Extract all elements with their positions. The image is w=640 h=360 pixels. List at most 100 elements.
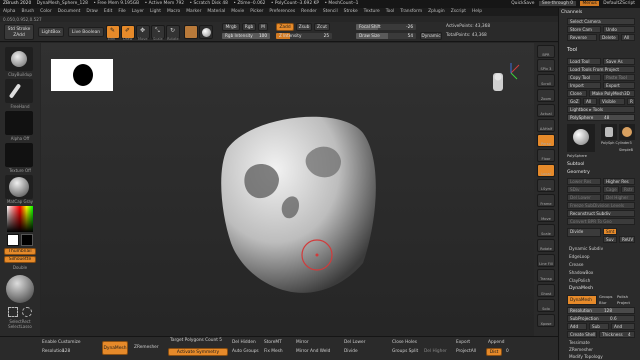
reuv-button[interactable]: ReUV [619, 236, 635, 243]
silhouette-button[interactable]: Silhouette [4, 256, 36, 263]
fix-mesh-label[interactable]: Fix Mesh [264, 349, 283, 354]
project-all-label[interactable]: ProjectAll [456, 349, 476, 354]
store-mt-label[interactable]: StoreMT [264, 340, 282, 345]
menu-edit[interactable]: Edit [104, 9, 113, 14]
menu-macro[interactable]: Macro [167, 9, 180, 14]
menus-button[interactable]: Menus [580, 1, 599, 6]
tool-thumb-polysphere[interactable] [567, 124, 595, 152]
color-sphere-button[interactable] [199, 25, 213, 39]
menu-transform[interactable]: Transform [400, 9, 422, 14]
project-item[interactable]: Project [617, 300, 630, 305]
color-picker[interactable] [7, 206, 33, 232]
menu-help[interactable]: Help [472, 9, 482, 14]
main-color-swatch[interactable] [7, 234, 19, 246]
zsub-button[interactable]: Zsub [296, 23, 312, 31]
smt-button[interactable]: Smt [603, 228, 617, 235]
menu-picker[interactable]: Picker [250, 9, 263, 14]
zcut-button[interactable]: Zcut [314, 23, 330, 31]
add-button[interactable]: Add [567, 323, 587, 330]
menu-material[interactable]: Material [207, 9, 225, 14]
menu-alpha[interactable]: Alpha [3, 9, 15, 14]
undo-button[interactable]: Undo [603, 26, 635, 33]
goz-button[interactable]: GoZ [567, 98, 581, 105]
seethrough-slider[interactable]: See-through 0 [538, 1, 577, 6]
higher-res-button[interactable]: Higher Res [603, 178, 635, 185]
draw-size-slider[interactable]: Draw Size 54 [356, 33, 416, 39]
selectlasso-icon[interactable] [22, 307, 32, 317]
menu-draw[interactable]: Draw [86, 9, 97, 14]
append-label[interactable]: Append [488, 340, 505, 345]
thickness-slider[interactable]: Thickness 4 [599, 331, 635, 338]
menu-file[interactable]: File [118, 9, 125, 14]
reconstruct-subdiv-button[interactable]: Reconstruct Subdiv [567, 210, 635, 217]
visible-button[interactable]: Visible [599, 98, 625, 105]
save-as-button[interactable]: Save As [603, 58, 635, 65]
del-higher-panel-button[interactable]: Del Higher [603, 194, 635, 201]
cage-button[interactable]: Cage [603, 186, 619, 193]
divide-panel-button[interactable]: Divide [567, 228, 601, 237]
polysphere-slider[interactable]: PolySphere 48 [567, 114, 635, 121]
create-shell-button[interactable]: Create Shell [567, 331, 597, 338]
geometry-header[interactable]: Geometry [567, 170, 590, 175]
stroke-thumbnail[interactable] [5, 79, 33, 103]
menu-layer[interactable]: Layer [132, 9, 144, 14]
menu-preferences[interactable]: Preferences [269, 9, 295, 14]
material-thumbnail[interactable] [5, 175, 33, 199]
menu-stroke[interactable]: Stroke [344, 9, 358, 14]
target-polygons-label[interactable]: Target Polygons Count 5 [170, 338, 222, 343]
tool-thumb-cylinder[interactable] [601, 124, 617, 140]
mirror-label[interactable]: Mirror [296, 340, 309, 345]
close-holes-label[interactable]: Close Holes [392, 340, 417, 345]
rgb-button[interactable]: Rgb [242, 23, 256, 31]
tessimate-item[interactable]: Tessimate [569, 340, 590, 345]
freeze-subdiv-button[interactable]: Freeze SubDivision Levels [567, 202, 635, 209]
auto-groups-label[interactable]: Auto Groups [232, 349, 259, 354]
all-button[interactable]: All [621, 34, 635, 41]
rgb-intensity-slider[interactable]: Rgb Intensity 100 [222, 33, 270, 39]
reverse-button[interactable]: Reverse [567, 34, 597, 41]
menu-brush[interactable]: Brush [21, 9, 34, 14]
shadowbox-item[interactable]: ShadowBox [569, 270, 593, 275]
del-hidden-label[interactable]: Del Hidden [232, 340, 256, 345]
make-polymesh-button[interactable]: Make PolyMesh3D [589, 90, 635, 97]
sub-button[interactable]: Sub [589, 323, 609, 330]
projection-master-button[interactable]: Std Stroke ZAdd [4, 24, 34, 40]
zremesher-item[interactable]: ZRemesher [569, 347, 593, 352]
texture-thumbnail[interactable] [5, 143, 33, 167]
secondary-color-swatch[interactable] [21, 234, 33, 246]
import-button[interactable]: Import [567, 82, 601, 89]
brush-thumbnail[interactable] [5, 47, 33, 71]
modify-topology-item[interactable]: Modify Topology [569, 354, 603, 359]
and-button[interactable]: And [611, 323, 635, 330]
polish-item[interactable]: Polish [617, 294, 628, 299]
zremesher-bottom-label[interactable]: ZRemesher [134, 345, 159, 350]
tool-thumb-simpleb[interactable] [619, 124, 635, 140]
thumbnail-button[interactable]: Thumbnail [4, 248, 36, 255]
menu-document[interactable]: Document [58, 9, 81, 14]
groups-item[interactable]: Groups [599, 294, 613, 299]
load-project-button[interactable]: Load Tools From Project [567, 66, 635, 73]
dynamesh-panel-button[interactable]: DynaMesh [567, 295, 597, 305]
mirror-weld-label[interactable]: Mirror And Weld [296, 349, 330, 354]
live-boolean-button[interactable]: Live Boolean [68, 27, 104, 37]
menu-zplugin[interactable]: Zplugin [428, 9, 445, 14]
select-camera-button[interactable]: Select Camera [567, 18, 635, 25]
load-tool-button[interactable]: Load Tool [567, 58, 601, 65]
menu-texture[interactable]: Texture [364, 9, 380, 14]
convert-bpr-button[interactable]: Convert BPR To Geo [567, 218, 635, 225]
default-zscript-button[interactable]: DefaultZScript [603, 1, 635, 6]
subprojection-slider[interactable]: SubProjection 0.6 [567, 315, 635, 322]
paste-tool-button[interactable]: Paste Tool [603, 74, 635, 81]
crease-item[interactable]: Crease [569, 262, 583, 267]
subtool-header[interactable]: Subtool [567, 162, 584, 167]
sdiv-slider[interactable]: SDiv [567, 186, 601, 193]
enable-customize-label[interactable]: Enable Customize [42, 340, 81, 345]
zadd-button[interactable]: Zadd [276, 23, 294, 31]
copy-tool-button[interactable]: Copy Tool [567, 74, 601, 81]
selectrect-icon[interactable] [8, 307, 18, 317]
dynamic-button[interactable]: Dynamic [420, 32, 442, 40]
menu-light[interactable]: Light [150, 9, 161, 14]
store-cam-button[interactable]: Store Cam [567, 26, 601, 33]
activate-symmetry-button[interactable]: Activate Symmetry [168, 348, 228, 356]
r-button[interactable]: R [627, 98, 635, 105]
